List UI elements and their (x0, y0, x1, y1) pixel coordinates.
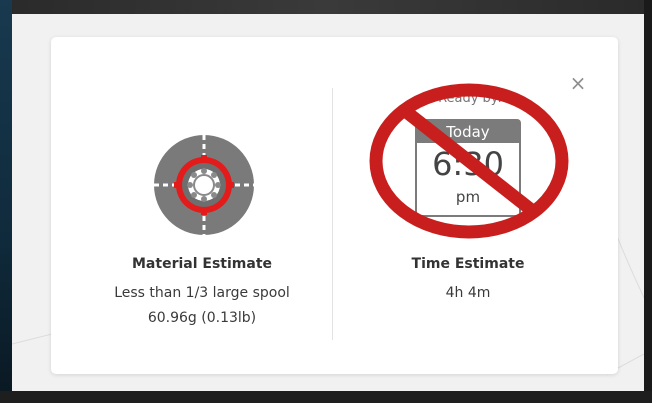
app-bottom-bar (0, 391, 652, 403)
app-right-edge (644, 0, 652, 403)
material-spool-description: Less than 1/3 large spool (114, 285, 290, 301)
time-estimate-value: 4h 4m (445, 285, 491, 301)
spool-icon (154, 135, 254, 235)
prohibited-sign-icon (369, 83, 569, 239)
app-left-panel (0, 0, 12, 403)
app-top-bar (0, 0, 652, 14)
close-icon: × (569, 71, 587, 95)
section-divider (332, 88, 333, 340)
material-weight: 60.96g (0.13lb) (147, 310, 257, 326)
material-estimate-title: Material Estimate (132, 256, 272, 272)
time-estimate-title: Time Estimate (411, 256, 525, 272)
